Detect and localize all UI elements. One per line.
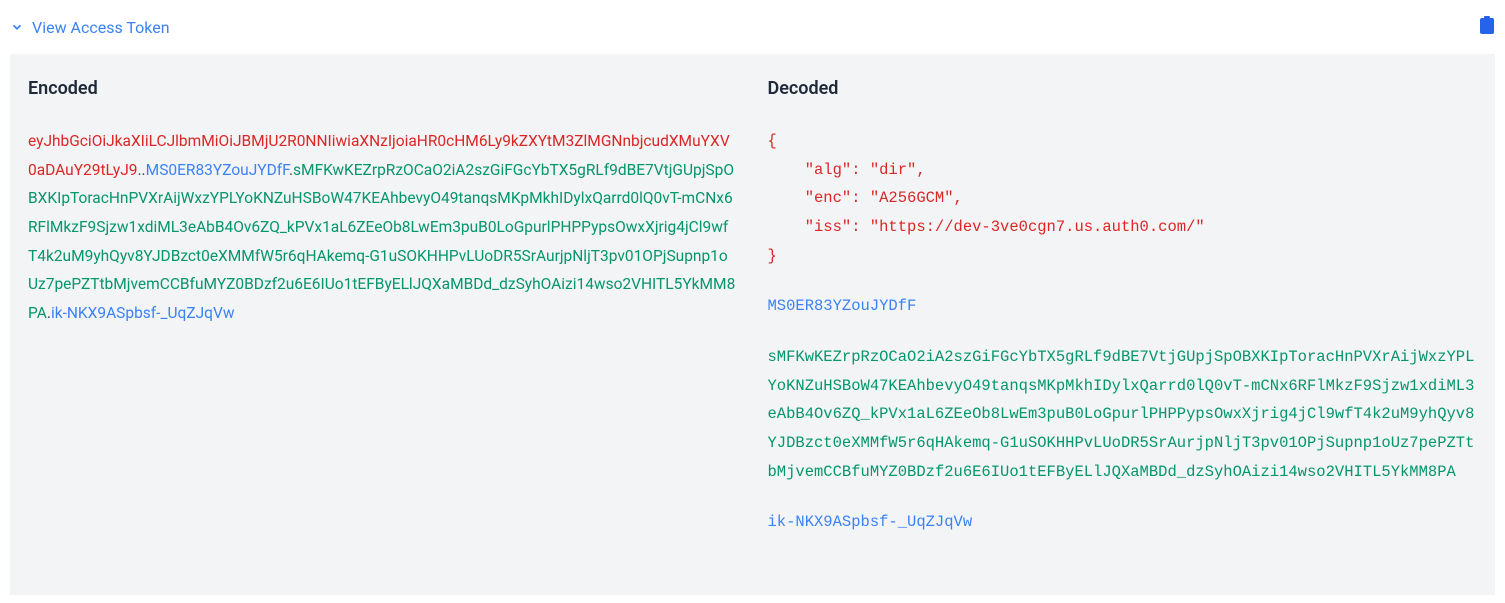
encoded-column: Encoded eyJhbGciOiJkaXIiLCJlbmMiOiJBMjU2…: [28, 78, 738, 559]
copy-button[interactable]: [1479, 16, 1495, 38]
token-header: View Access Token: [10, 8, 1495, 54]
chevron-down-icon: [10, 20, 24, 34]
decoded-tag: ik-NKX9ASpbsf-_UqZJqVw: [768, 508, 1478, 537]
decoded-header-json: { "alg": "dir", "enc": "A256GCM", "iss":…: [768, 127, 1478, 270]
encoded-token: eyJhbGciOiJkaXIiLCJlbmMiOiJBMjU2R0NNIiwi…: [28, 127, 738, 328]
encoded-ciphertext-segment: sMFKwKEZrpRzOCaO2iA2szGiFGcYbTX5gRLf9dBE…: [28, 161, 735, 322]
decoded-title: Decoded: [768, 78, 1478, 99]
decoded-column: Decoded { "alg": "dir", "enc": "A256GCM"…: [768, 78, 1478, 559]
token-panel: Encoded eyJhbGciOiJkaXIiLCJlbmMiOiJBMjU2…: [10, 54, 1495, 595]
encoded-iv-segment: MS0ER83YZouJYDfF: [146, 161, 289, 179]
clipboard-icon: [1479, 16, 1495, 34]
separator-dot: ..: [137, 161, 145, 179]
toggle-view-token[interactable]: View Access Token: [10, 18, 170, 37]
header-title: View Access Token: [32, 18, 170, 37]
decoded-ciphertext: sMFKwKEZrpRzOCaO2iA2szGiFGcYbTX5gRLf9dBE…: [768, 343, 1478, 486]
encoded-title: Encoded: [28, 78, 738, 99]
decoded-iv: MS0ER83YZouJYDfF: [768, 292, 1478, 321]
encoded-tag-segment: ik-NKX9ASpbsf-_UqZJqVw: [51, 304, 235, 322]
